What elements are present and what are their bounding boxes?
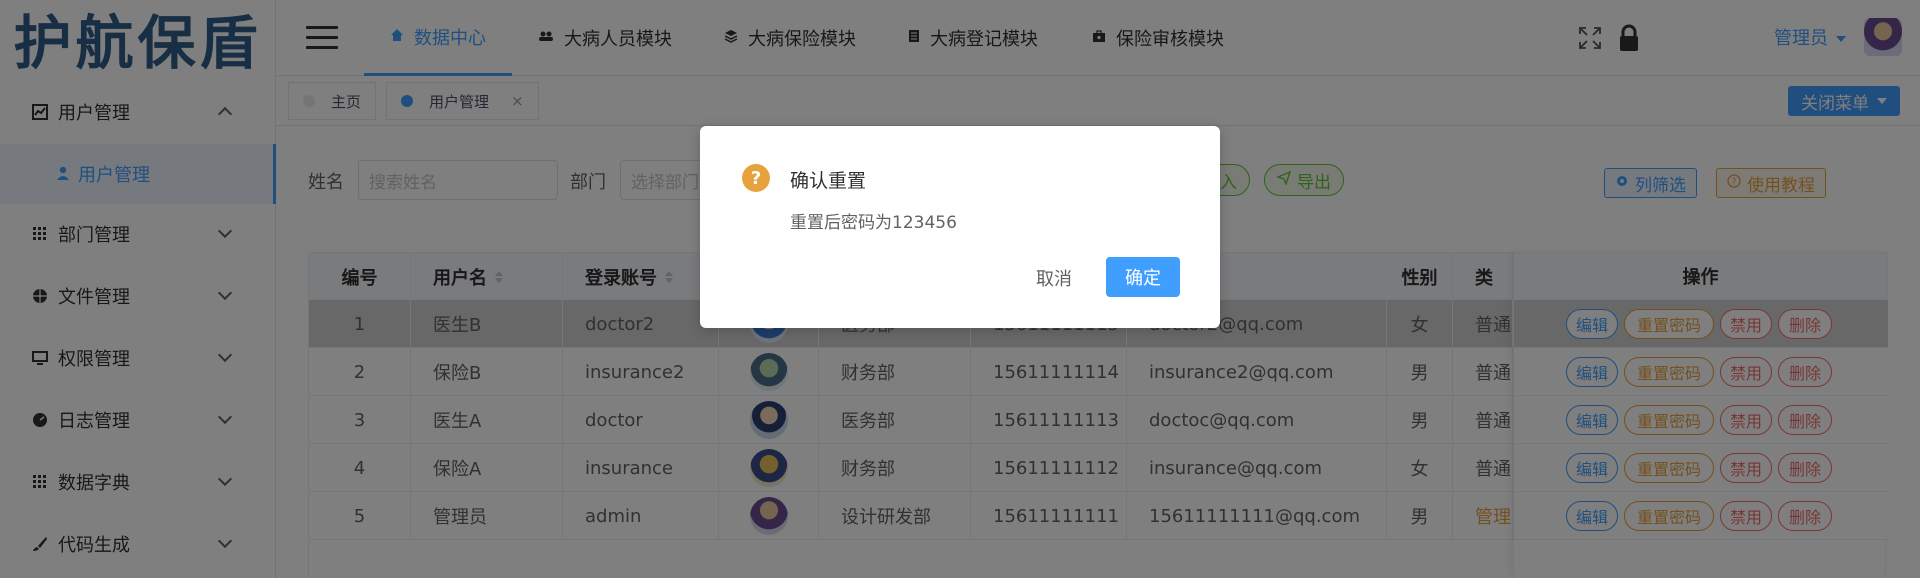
dialog-title: 确认重置 [790, 170, 867, 192]
warning-icon: ? [742, 164, 770, 192]
dialog-message: 重置后密码为123456 [790, 213, 957, 233]
confirm-button[interactable]: 确定 [1106, 257, 1180, 297]
confirm-reset-dialog: ? 确认重置 重置后密码为123456 取消 确定 [700, 126, 1220, 328]
cancel-button[interactable]: 取消 [1018, 258, 1090, 298]
